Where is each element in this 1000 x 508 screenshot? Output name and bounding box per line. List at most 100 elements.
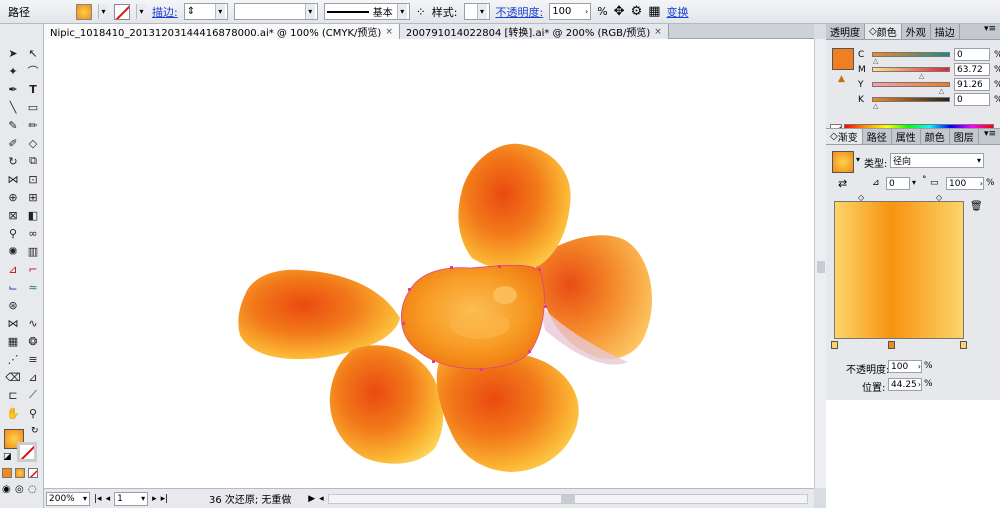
paintbrush-tool-icon[interactable]: ✎ [3, 116, 23, 134]
horizontal-scroll-thumb[interactable] [560, 494, 575, 503]
yellow-value[interactable]: 91.26 [954, 78, 990, 91]
color-mode-button[interactable] [2, 468, 12, 478]
hand-pan-tool-icon[interactable]: ✋ [3, 404, 23, 422]
variable-width-field[interactable]: ▾ [233, 3, 318, 20]
direct-selection-tool-icon[interactable]: ↖ [23, 44, 43, 62]
fill-dropdown-icon[interactable]: ▾ [98, 4, 108, 19]
scale-tool-icon[interactable]: ⧉ [23, 152, 43, 170]
tab-transparency[interactable]: 透明度 [826, 24, 865, 39]
knife-slice-tool-icon[interactable]: ⟋ [23, 386, 43, 404]
gradient-stop-mid[interactable] [888, 341, 895, 349]
opacity-input[interactable]: 100 › [549, 3, 592, 20]
gradient-preview-swatch[interactable] [832, 151, 854, 173]
close-icon[interactable]: × [654, 27, 662, 37]
magic-wand-tool-icon[interactable]: ✦ [3, 62, 23, 80]
knife-tool-icon[interactable]: ≈ [23, 278, 43, 296]
tab-color-2[interactable]: 颜色 [921, 129, 950, 144]
pen-tool-icon[interactable]: ✒ [3, 80, 23, 98]
width-tool-icon[interactable]: ⋈ [3, 170, 23, 188]
eraser-tool-icon[interactable]: ◇ [23, 134, 43, 152]
pencil-tool-icon[interactable]: ✏ [23, 116, 43, 134]
status-menu-icon[interactable]: ▶ [308, 494, 315, 504]
angle-input[interactable]: 0 [886, 177, 910, 190]
close-icon[interactable]: × [385, 27, 393, 37]
slider-black[interactable]: K △ 0 % [858, 93, 1000, 110]
gradient-stop-right[interactable] [960, 341, 967, 349]
wrinkle-tool-icon[interactable]: ≡ [23, 350, 43, 368]
fill-swatch[interactable] [76, 3, 92, 20]
tab-document-1[interactable]: Nipic_1018410_20131203144416878000.ai* @… [44, 24, 400, 39]
stop-opacity-input[interactable]: 100 › [888, 360, 922, 373]
warp-tool-icon[interactable]: ⋈ [3, 314, 23, 332]
crystallize-tool-icon[interactable]: ⋰ [3, 350, 23, 368]
cyan-value[interactable]: 0 [954, 48, 990, 61]
slider-magenta[interactable]: M △ 63.72 % [858, 63, 1000, 80]
angle-dropdown-icon[interactable]: ▾ [912, 178, 916, 187]
stroke-weight-field[interactable]: ⇕ ▾ [183, 3, 228, 20]
opacity-link[interactable]: 不透明度: [496, 4, 544, 20]
hand-tool-icon[interactable]: ⊛ [3, 296, 23, 314]
black-value[interactable]: 0 [954, 93, 990, 106]
slider-cyan[interactable]: C △ 0 % [858, 48, 1000, 65]
blob-brush-tool-icon[interactable]: ✐ [3, 134, 23, 152]
rectangle-tool-icon[interactable]: ▭ [23, 98, 43, 116]
page-field[interactable]: 1 ▾ [114, 491, 149, 506]
zoom-field[interactable]: 200% ▾ [46, 491, 90, 506]
free-transform-tool-icon[interactable]: ⊡ [23, 170, 43, 188]
delete-stop-icon[interactable]: 🗑 [970, 201, 983, 212]
live-paint-tool-icon[interactable]: ⌫ [3, 368, 23, 386]
reverse-gradient-icon[interactable]: ⇄ [838, 177, 847, 190]
transform-link[interactable]: 变换 [667, 4, 689, 20]
tab-color[interactable]: ◇ 颜色 [865, 24, 902, 39]
tab-document-2[interactable]: 200791014022804 [转换].ai* @ 200% (RGB/预览)… [399, 24, 669, 39]
next-page-icon[interactable]: ▸ [152, 494, 157, 504]
twirl-tool-icon[interactable]: ∿ [23, 314, 43, 332]
vertical-scrollbar[interactable] [814, 39, 826, 488]
flower-artwork[interactable] [44, 39, 814, 488]
gradient-tool-icon[interactable]: ◧ [23, 206, 43, 224]
type-tool-icon[interactable]: T [23, 80, 43, 98]
aspect-ratio-input[interactable]: 100 › [946, 177, 984, 190]
draw-normal-icon[interactable]: ◉ [2, 484, 11, 495]
horizontal-scrollbar[interactable] [327, 493, 808, 504]
mesh-tool-icon[interactable]: ⊠ [3, 206, 23, 224]
prev-page-icon[interactable]: ◂ [106, 494, 111, 504]
artboard-canvas[interactable] [44, 39, 814, 488]
magenta-value[interactable]: 63.72 [954, 63, 990, 76]
tab-attributes[interactable]: 属性 [892, 129, 921, 144]
scroll-left-icon[interactable]: ◂ [319, 494, 324, 504]
slice-tool-icon[interactable]: ⌐ [23, 260, 43, 278]
tab-layers[interactable]: 图层 [950, 129, 979, 144]
draw-inside-icon[interactable]: ◌ [28, 484, 37, 495]
align-grid-icon[interactable]: ▦ [648, 4, 660, 19]
tab-appearance[interactable]: 外观 [902, 24, 931, 39]
gear-icon[interactable]: ⚙ [631, 4, 643, 19]
live-paint-select-tool-icon[interactable]: ⊿ [23, 368, 43, 386]
stroke-dropdown-icon[interactable]: ▾ [136, 4, 146, 19]
perspective-grid-tool-icon[interactable]: ⊞ [23, 188, 43, 206]
gradient-type-select[interactable]: 径向 ▾ [890, 153, 984, 168]
stroke-link[interactable]: 描边: [152, 4, 178, 20]
rotate-tool-icon[interactable]: ↻ [3, 152, 23, 170]
crop-tool-icon[interactable]: ⊏ [3, 386, 23, 404]
angle-icon[interactable]: ⊿ [872, 178, 880, 188]
zoom-tool-icon[interactable] [23, 296, 43, 314]
draw-behind-icon[interactable]: ◎ [15, 484, 24, 495]
aspect-ratio-icon[interactable]: ▭ [930, 178, 939, 188]
gradient-mode-button[interactable] [15, 468, 25, 478]
magnify-tool-icon[interactable]: ⚲ [23, 404, 43, 422]
tab-gradient[interactable]: ◇ 渐变 [826, 129, 863, 144]
scissors-tool-icon[interactable]: ⌙ [3, 278, 23, 296]
grid-tool-icon[interactable]: ▦ [3, 332, 23, 350]
symbol-sprayer-tool-icon[interactable]: ✺ [3, 242, 23, 260]
eyedropper-tool-icon[interactable]: ⚲ [3, 224, 23, 242]
swap-arrow-icon[interactable]: ↻ [31, 426, 39, 436]
fill-color-swatch[interactable] [832, 48, 854, 70]
recolor-icon[interactable]: ✥ [614, 4, 625, 19]
none-mode-button[interactable] [28, 468, 38, 478]
tab-pathfinder[interactable]: 路径 [863, 129, 892, 144]
panel-menu-icon[interactable]: ▾≡ [984, 129, 1000, 144]
panel-menu-icon[interactable]: ▾≡ [984, 24, 1000, 39]
out-of-gamut-icon[interactable]: ▲ [838, 74, 845, 84]
stroke-none-swatch[interactable] [114, 3, 130, 20]
